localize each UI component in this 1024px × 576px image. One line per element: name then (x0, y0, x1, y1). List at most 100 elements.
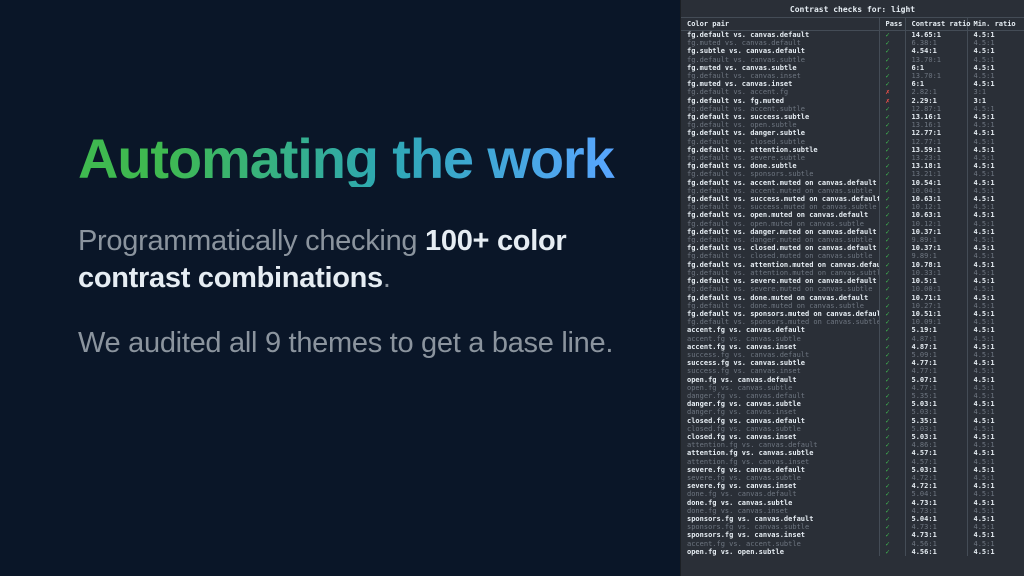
cell-min: 4.5:1 (967, 31, 1024, 40)
cell-min: 4.5:1 (967, 540, 1024, 548)
cell-pair: fg.default vs. success.subtle (681, 113, 879, 121)
cell-min: 4.5:1 (967, 129, 1024, 137)
check-icon: ✓ (886, 138, 890, 146)
cell-min: 4.5:1 (967, 351, 1024, 359)
cell-min: 4.5:1 (967, 138, 1024, 146)
cell-ratio: 13.21:1 (905, 170, 967, 178)
cell-pair: danger.fg vs. canvas.default (681, 392, 879, 400)
cell-pair: fg.default vs. closed.muted on canvas.de… (681, 244, 879, 252)
cell-pair: fg.default vs. severe.muted on canvas.su… (681, 285, 879, 293)
cell-pass: ✓ (879, 548, 905, 556)
cell-min: 4.5:1 (967, 162, 1024, 170)
check-icon: ✓ (886, 236, 890, 244)
check-icon: ✓ (886, 318, 890, 326)
cell-pass: ✓ (879, 72, 905, 80)
cell-min: 4.5:1 (967, 80, 1024, 88)
check-icon: ✓ (886, 261, 890, 269)
cell-ratio: 6:1 (905, 64, 967, 72)
check-icon: ✓ (886, 31, 890, 39)
cell-pair: fg.default vs. open.muted on canvas.subt… (681, 220, 879, 228)
cell-pair: fg.default vs. accent.fg (681, 88, 879, 96)
cell-pair: fg.default vs. success.muted on canvas.d… (681, 195, 879, 203)
cell-ratio: 13.18:1 (905, 162, 967, 170)
cell-ratio: 4.56:1 (905, 540, 967, 548)
cell-pair: fg.default vs. closed.muted on canvas.su… (681, 252, 879, 260)
cell-ratio: 13.59:1 (905, 146, 967, 154)
table-row: closed.fg vs. canvas.subtle✓5.03:14.5:1 (681, 425, 1024, 433)
check-icon: ✓ (886, 531, 890, 539)
cell-ratio: 5.19:1 (905, 326, 967, 334)
check-icon: ✓ (886, 39, 890, 47)
cell-pass: ✓ (879, 310, 905, 318)
table-row: fg.default vs. closed.subtle✓12.77:14.5:… (681, 138, 1024, 146)
cell-pass: ✓ (879, 392, 905, 400)
table-row: danger.fg vs. canvas.default✓5.35:14.5:1 (681, 392, 1024, 400)
table-row: fg.default vs. severe.muted on canvas.de… (681, 277, 1024, 285)
cell-pass: ✓ (879, 269, 905, 277)
cell-min: 4.5:1 (967, 367, 1024, 375)
cell-pass: ✓ (879, 531, 905, 539)
cell-pair: fg.default vs. open.subtle (681, 121, 879, 129)
cell-pair: danger.fg vs. canvas.subtle (681, 400, 879, 408)
cell-min: 4.5:1 (967, 400, 1024, 408)
cell-pair: accent.fg vs. canvas.default (681, 326, 879, 334)
table-row: fg.subtle vs. canvas.default✓4.54:14.5:1 (681, 47, 1024, 55)
cell-ratio: 4.72:1 (905, 482, 967, 490)
cell-ratio: 10.27:1 (905, 302, 967, 310)
cell-min: 4.5:1 (967, 252, 1024, 260)
check-icon: ✓ (886, 211, 890, 219)
table-row: fg.default vs. closed.muted on canvas.de… (681, 244, 1024, 252)
cell-min: 4.5:1 (967, 466, 1024, 474)
cell-ratio: 14.65:1 (905, 31, 967, 40)
check-icon: ✓ (886, 47, 890, 55)
table-row: fg.default vs. danger.muted on canvas.de… (681, 228, 1024, 236)
col-pair: Color pair (681, 18, 879, 31)
cell-pass: ✓ (879, 170, 905, 178)
cell-ratio: 5.04:1 (905, 515, 967, 523)
cell-min: 4.5:1 (967, 195, 1024, 203)
table-row: severe.fg vs. canvas.subtle✓4.72:14.5:1 (681, 474, 1024, 482)
subtitle-2: We audited all 9 themes to get a base li… (78, 325, 640, 362)
cell-min: 4.5:1 (967, 64, 1024, 72)
check-icon: ✓ (886, 203, 890, 211)
check-icon: ✓ (886, 129, 890, 137)
cell-ratio: 10.63:1 (905, 195, 967, 203)
cell-pass: ✓ (879, 195, 905, 203)
cell-ratio: 5.35:1 (905, 392, 967, 400)
check-icon: ✓ (886, 392, 890, 400)
cell-pair: fg.default vs. accent.muted on canvas.de… (681, 179, 879, 187)
table-row: severe.fg vs. canvas.default✓5.03:14.5:1 (681, 466, 1024, 474)
cell-min: 4.5:1 (967, 302, 1024, 310)
check-icon: ✓ (886, 523, 890, 531)
cell-min: 4.5:1 (967, 39, 1024, 47)
table-row: open.fg vs. canvas.default✓5.07:14.5:1 (681, 376, 1024, 384)
cell-pair: fg.default vs. canvas.subtle (681, 56, 879, 64)
cell-pass: ✓ (879, 343, 905, 351)
cell-ratio: 10.00:1 (905, 285, 967, 293)
cell-pass: ✓ (879, 39, 905, 47)
cell-pair: fg.default vs. severe.subtle (681, 154, 879, 162)
cell-ratio: 4.57:1 (905, 449, 967, 457)
cell-pair: fg.default vs. attention.subtle (681, 146, 879, 154)
cell-ratio: 10.37:1 (905, 244, 967, 252)
check-icon: ✓ (886, 64, 890, 72)
cell-min: 4.5:1 (967, 474, 1024, 482)
cell-min: 4.5:1 (967, 269, 1024, 277)
cell-pass: ✓ (879, 433, 905, 441)
cell-pair: attention.fg vs. canvas.default (681, 441, 879, 449)
cell-pass: ✓ (879, 302, 905, 310)
table-row: fg.default vs. done.muted on canvas.subt… (681, 302, 1024, 310)
cell-min: 4.5:1 (967, 228, 1024, 236)
cell-ratio: 2.29:1 (905, 97, 967, 105)
cell-pass: ✓ (879, 367, 905, 375)
table-row: attention.fg vs. canvas.default✓4.86:14.… (681, 441, 1024, 449)
cell-pass: ✓ (879, 162, 905, 170)
cell-min: 4.5:1 (967, 335, 1024, 343)
subtitle-1: Programmatically checking 100+ color con… (78, 223, 640, 297)
cell-pair: fg.muted vs. canvas.default (681, 39, 879, 47)
cell-pair: fg.default vs. open.muted on canvas.defa… (681, 211, 879, 219)
cell-min: 4.5:1 (967, 433, 1024, 441)
cell-pair: fg.default vs. severe.muted on canvas.de… (681, 277, 879, 285)
cell-ratio: 4.87:1 (905, 335, 967, 343)
cell-min: 4.5:1 (967, 170, 1024, 178)
